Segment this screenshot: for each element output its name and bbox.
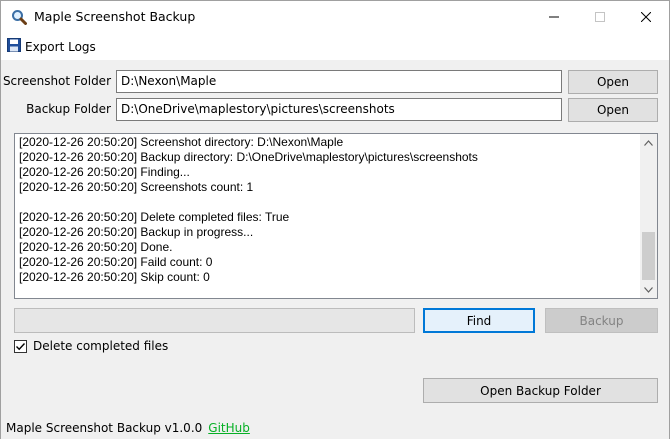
backup-folder-open-button[interactable]: Open bbox=[568, 98, 658, 122]
export-logs-menu-item[interactable]: Export Logs bbox=[4, 37, 99, 56]
minimize-icon bbox=[549, 16, 559, 17]
backup-folder-input[interactable]: D:\OneDrive\maplestory\pictures\screensh… bbox=[116, 98, 562, 121]
log-line: [2020-12-26 20:50:20] Backup in progress… bbox=[19, 225, 254, 239]
chevron-up-icon bbox=[644, 139, 653, 146]
maximize-button[interactable] bbox=[577, 1, 623, 32]
log-line: [2020-12-26 20:50:20] Faild count: 0 bbox=[19, 255, 213, 269]
log-line: [2020-12-26 20:50:20] Skip count: 0 bbox=[19, 270, 210, 284]
checkmark-icon bbox=[16, 342, 26, 350]
window-title: Maple Screenshot Backup bbox=[34, 9, 196, 24]
log-line: [2020-12-26 20:50:20] Finding... bbox=[19, 165, 190, 179]
menu-bar: Export Logs bbox=[1, 32, 669, 60]
log-line: [2020-12-26 20:50:20] Screenshot directo… bbox=[19, 135, 344, 149]
title-bar[interactable]: Maple Screenshot Backup bbox=[1, 1, 669, 32]
close-icon bbox=[641, 11, 651, 22]
find-button[interactable]: Find bbox=[423, 308, 535, 333]
log-line: [2020-12-26 20:50:20] Delete completed f… bbox=[19, 210, 290, 224]
log-scrollbar[interactable] bbox=[640, 134, 657, 298]
delete-completed-checkbox[interactable] bbox=[14, 339, 27, 353]
github-link[interactable]: GitHub bbox=[208, 421, 250, 435]
backup-folder-label: Backup Folder bbox=[26, 102, 111, 116]
export-logs-label: Export Logs bbox=[25, 39, 96, 54]
scroll-thumb[interactable] bbox=[642, 232, 655, 280]
close-button[interactable] bbox=[623, 1, 669, 32]
scroll-up-arrow[interactable] bbox=[640, 134, 657, 151]
open-backup-folder-button[interactable]: Open Backup Folder bbox=[423, 378, 658, 403]
log-line: [2020-12-26 20:50:20] Backup directory: … bbox=[19, 150, 478, 164]
status-bar: Maple Screenshot Backup v1.0.0 GitHub bbox=[1, 417, 669, 439]
magnifier-icon bbox=[11, 9, 27, 25]
log-line: [2020-12-26 20:50:20] Done. bbox=[19, 240, 173, 254]
screenshot-folder-open-button[interactable]: Open bbox=[568, 70, 658, 94]
chevron-down-icon bbox=[644, 286, 653, 293]
minimize-button[interactable] bbox=[531, 1, 577, 32]
log-lines: [2020-12-26 20:50:20] Screenshot directo… bbox=[19, 135, 639, 285]
log-line: [2020-12-26 20:50:20] Screenshots count:… bbox=[19, 180, 254, 194]
app-window: Maple Screenshot Backup Export Logs Scre… bbox=[0, 0, 670, 439]
progress-bar bbox=[14, 308, 415, 333]
floppy-disk-icon bbox=[7, 38, 21, 55]
screenshot-folder-label: Screenshot Folder bbox=[2, 74, 111, 88]
delete-completed-label: Delete completed files bbox=[33, 339, 169, 353]
screenshot-folder-input[interactable]: D:\Nexon\Maple bbox=[116, 70, 562, 93]
delete-completed-row[interactable]: Delete completed files bbox=[14, 339, 168, 353]
maximize-icon bbox=[595, 11, 605, 22]
version-text: Maple Screenshot Backup v1.0.0 bbox=[6, 421, 203, 435]
log-textarea[interactable]: [2020-12-26 20:50:20] Screenshot directo… bbox=[14, 133, 658, 299]
scroll-down-arrow[interactable] bbox=[640, 281, 657, 298]
backup-button[interactable]: Backup bbox=[545, 308, 658, 333]
